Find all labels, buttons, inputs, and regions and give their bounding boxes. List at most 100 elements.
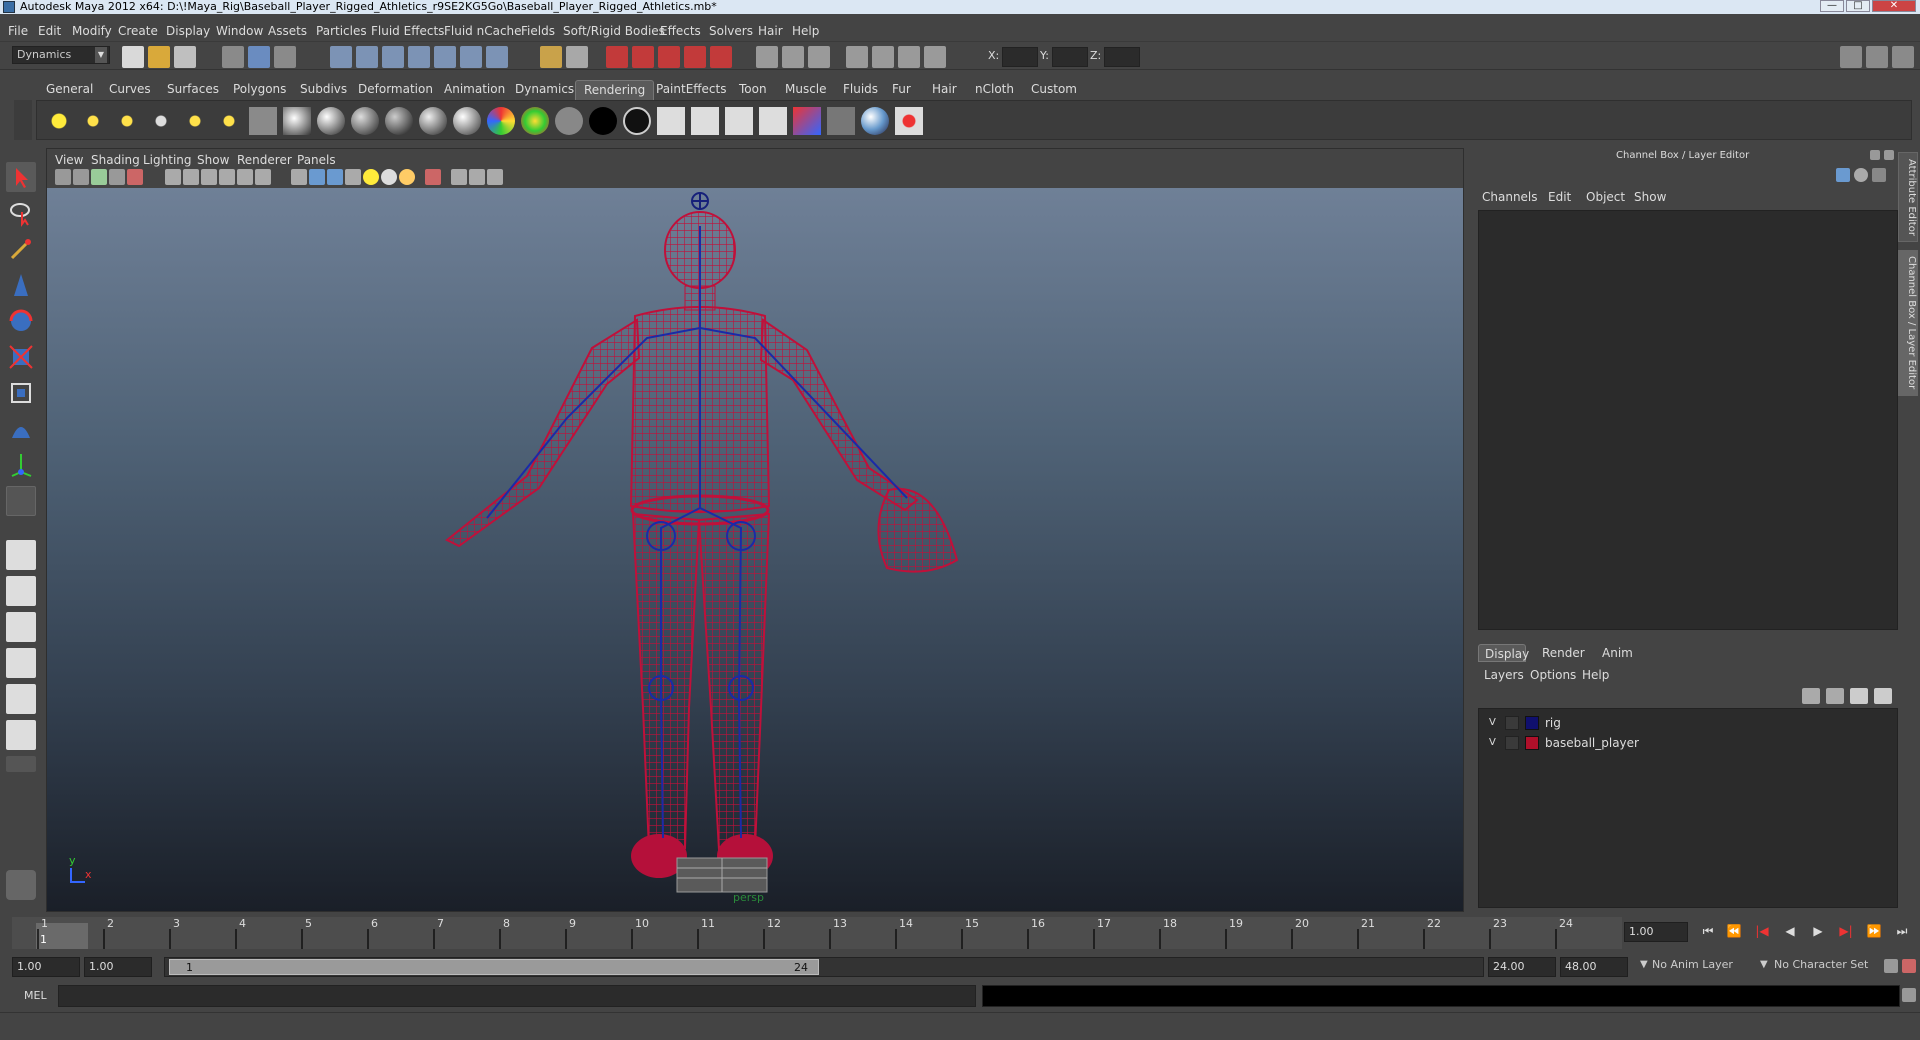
vp-menu-show[interactable]: Show — [197, 153, 229, 167]
ambient-light-icon[interactable] — [45, 107, 73, 135]
close-panel-icon[interactable] — [1884, 150, 1894, 160]
tab-curves[interactable]: Curves — [101, 80, 159, 100]
new-scene-icon[interactable] — [122, 46, 144, 68]
tab-general[interactable]: General — [38, 80, 101, 100]
select-tool-icon[interactable] — [6, 162, 36, 192]
attribute-editor-side-tab[interactable]: Attribute Editor — [1898, 152, 1918, 242]
tab-fluids[interactable]: Fluids — [835, 80, 886, 100]
layout-graph-icon[interactable] — [6, 648, 36, 678]
batch-render-icon[interactable] — [759, 107, 787, 135]
outliner-icon[interactable] — [782, 46, 804, 68]
volume-light-icon[interactable] — [215, 107, 243, 135]
hair-tube-shader-icon[interactable] — [623, 107, 651, 135]
animation-start-field[interactable]: 1.00 — [12, 957, 80, 977]
tab-anim[interactable]: Anim — [1602, 646, 1633, 660]
move-layer-down-icon[interactable] — [1826, 688, 1844, 704]
menu-particles[interactable]: Particles — [316, 24, 367, 38]
x-field[interactable] — [1002, 47, 1038, 67]
layer-color-swatch[interactable] — [1525, 716, 1539, 730]
lasso-tool-icon[interactable] — [6, 198, 36, 228]
channel-speed-icon[interactable] — [1854, 168, 1868, 182]
rename-icon[interactable] — [898, 46, 920, 68]
layer-type-toggle[interactable] — [1505, 716, 1519, 730]
maximize-button[interactable]: □ — [1846, 0, 1870, 12]
last-tool-icon[interactable] — [6, 486, 36, 516]
ipr-icon[interactable] — [827, 107, 855, 135]
menuset-dropdown[interactable]: Dynamics ▼ — [12, 46, 110, 64]
phong-e-shader-icon[interactable] — [453, 107, 481, 135]
layer-row[interactable]: V baseball_player — [1483, 735, 1893, 753]
textured-icon[interactable] — [345, 169, 361, 185]
snap-plane-icon[interactable] — [408, 46, 430, 68]
snap-view-icon[interactable] — [460, 46, 482, 68]
film-gate-icon[interactable] — [165, 169, 181, 185]
vp-menu-shading[interactable]: Shading — [91, 153, 140, 167]
smooth-shade-icon[interactable] — [309, 169, 325, 185]
tab-custom[interactable]: Custom — [1023, 80, 1085, 100]
paint-brush-icon[interactable] — [895, 107, 923, 135]
anisotropic-shader-icon[interactable] — [283, 107, 311, 135]
layout-outliner-icon[interactable] — [6, 612, 36, 642]
layer-type-toggle[interactable] — [1505, 736, 1519, 750]
render-layer-icon[interactable] — [725, 107, 753, 135]
render-settings-icon[interactable] — [658, 46, 680, 68]
cb-menu-edit[interactable]: Edit — [1548, 190, 1571, 204]
open-scene-icon[interactable] — [148, 46, 170, 68]
character-mesh[interactable] — [445, 211, 959, 878]
blinn-shader-icon[interactable] — [317, 107, 345, 135]
camera-lock-icon[interactable] — [756, 46, 778, 68]
layout-more-icon[interactable] — [6, 756, 36, 772]
shelf-menu-icon[interactable] — [14, 100, 32, 140]
wireframe-icon[interactable] — [291, 169, 307, 185]
playback-start-field[interactable]: 1.00 — [84, 957, 152, 977]
layer-visibility-toggle[interactable]: V — [1489, 717, 1496, 728]
tab-display[interactable]: Display — [1478, 644, 1529, 662]
safe-title-icon[interactable] — [255, 169, 271, 185]
step-forward-key-icon[interactable]: ⏩ — [1864, 924, 1884, 942]
graph-editor-icon[interactable] — [808, 46, 830, 68]
snap-curve-icon[interactable] — [356, 46, 378, 68]
step-back-key-icon[interactable]: ⏪ — [1724, 924, 1744, 942]
layered-shader-icon[interactable] — [385, 107, 413, 135]
le-menu-help[interactable]: Help — [1582, 668, 1609, 682]
menu-display[interactable]: Display — [166, 24, 210, 38]
render-view-icon[interactable] — [710, 46, 732, 68]
play-backwards-icon[interactable]: ◀ — [1780, 924, 1800, 942]
menu-edit[interactable]: Edit — [38, 24, 61, 38]
tab-toon[interactable]: Toon — [731, 80, 775, 100]
menu-create[interactable]: Create — [118, 24, 158, 38]
construction-history-icon[interactable] — [540, 46, 562, 68]
tab-dynamics[interactable]: Dynamics — [507, 80, 582, 100]
tab-muscle[interactable]: Muscle — [777, 80, 835, 100]
menu-solvers[interactable]: Solvers — [709, 24, 753, 38]
time-slider[interactable]: 1 1 2 3 4 5 6 7 8 9 10 11 12 13 14 15 16 17 18 19 20 21 22 23 24 — [12, 917, 1622, 949]
auto-key-icon[interactable] — [1884, 959, 1898, 973]
paint-select-tool-icon[interactable] — [6, 234, 36, 264]
gate-mask-icon[interactable] — [201, 169, 217, 185]
menu-file[interactable]: File — [8, 24, 28, 38]
tab-deformation[interactable]: Deformation — [350, 80, 441, 100]
camera-attributes-icon[interactable] — [73, 169, 89, 185]
save-scene-icon[interactable] — [174, 46, 196, 68]
camera-icon[interactable] — [249, 107, 277, 135]
menu-hair[interactable]: Hair — [758, 24, 783, 38]
scale-tool-icon[interactable] — [6, 342, 36, 372]
grid-toggle-icon[interactable] — [127, 169, 143, 185]
select-hierarchy-icon[interactable] — [222, 46, 244, 68]
attribute-editor-toggle-icon[interactable] — [1840, 46, 1862, 68]
z-field[interactable] — [1104, 47, 1140, 67]
hud-icon[interactable] — [487, 169, 503, 185]
channel-box-toggle-icon[interactable] — [1892, 46, 1914, 68]
relative-transform-icon[interactable] — [846, 46, 868, 68]
new-layer-selected-icon[interactable] — [1874, 688, 1892, 704]
xray-icon[interactable] — [451, 169, 467, 185]
texture-editor-icon[interactable] — [691, 107, 719, 135]
resolution-gate-icon[interactable] — [183, 169, 199, 185]
snap-grid-icon[interactable] — [330, 46, 352, 68]
step-forward-frame-icon[interactable]: ▶| — [1836, 924, 1856, 942]
minimize-button[interactable]: — — [1820, 0, 1844, 12]
range-bar[interactable]: 1 24 — [169, 959, 819, 975]
menu-fluid-effects[interactable]: Fluid Effects — [371, 24, 444, 38]
hypershade-sphere-icon[interactable] — [861, 107, 889, 135]
tab-subdivs[interactable]: Subdivs — [292, 80, 355, 100]
